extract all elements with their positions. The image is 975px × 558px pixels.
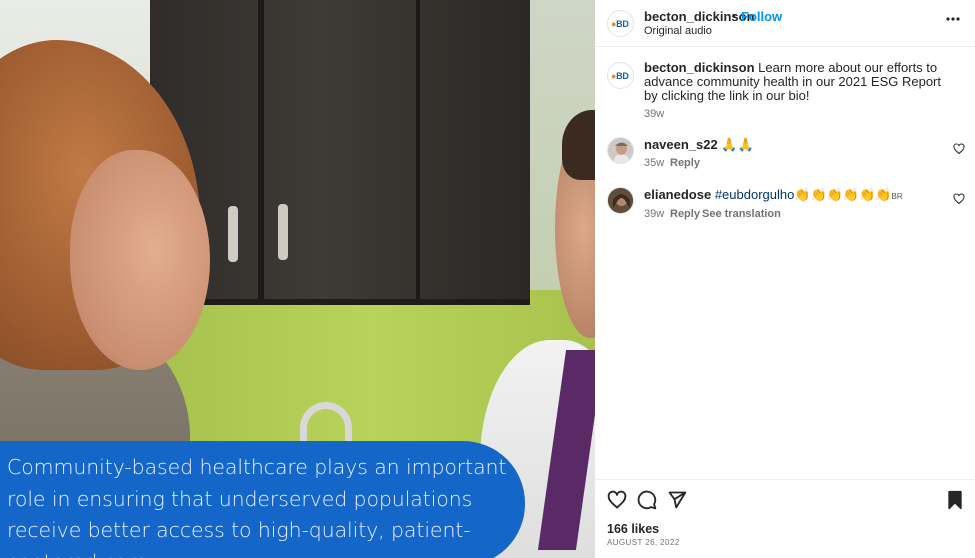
- follow-button[interactable]: Follow: [741, 9, 782, 24]
- post-caption: becton_dickinson Learn more about our ef…: [644, 61, 954, 103]
- post-side-panel: ●BD becton_dickinson • Follow Original a…: [595, 0, 975, 558]
- comment-text: 🙏🙏: [721, 137, 754, 152]
- bd-logo: ●BD: [611, 71, 629, 81]
- user-avatar-image: [608, 188, 633, 213]
- cabinet-gap: [258, 0, 264, 300]
- patient-face: [70, 150, 210, 370]
- comment-avatar[interactable]: [607, 137, 634, 164]
- comment-hashtag[interactable]: #eubdorgulho: [715, 187, 795, 202]
- video-caption-text: Community-based healthcare plays an impo…: [7, 455, 507, 558]
- user-avatar-image: [608, 138, 633, 163]
- comment-time[interactable]: 35w: [644, 157, 664, 169]
- post-header: ●BD becton_dickinson • Follow Original a…: [595, 0, 975, 47]
- comment-username[interactable]: elianedose: [644, 187, 711, 202]
- comment-text: 👏👏👏👏👏👏: [794, 187, 892, 202]
- cabinet-gap: [416, 0, 420, 300]
- audio-label[interactable]: Original audio: [644, 25, 712, 37]
- post-footer: 166 likes AUGUST 26, 2022: [595, 479, 975, 558]
- header-separator: •: [732, 10, 736, 22]
- comment-flag: BR: [891, 192, 903, 201]
- comment-like-heart-icon[interactable]: [953, 193, 965, 205]
- send-icon[interactable]: [667, 490, 687, 510]
- see-translation-button[interactable]: See translation: [702, 208, 781, 220]
- like-count[interactable]: 166 likes: [607, 522, 659, 536]
- comment-like-heart-icon[interactable]: [953, 143, 965, 155]
- post-media-video[interactable]: Community-based healthcare plays an impo…: [0, 0, 595, 558]
- caption-author-avatar[interactable]: ●BD: [607, 62, 634, 89]
- author-username[interactable]: becton_dickinson: [644, 9, 755, 24]
- post-date: AUGUST 26, 2022: [607, 538, 680, 547]
- bd-logo: ●BD: [611, 19, 629, 29]
- comment-icon[interactable]: [637, 490, 657, 510]
- comment-time[interactable]: 39w: [644, 208, 664, 220]
- heart-icon[interactable]: [607, 490, 627, 510]
- comment-avatar[interactable]: [607, 187, 634, 214]
- caption-time[interactable]: 39w: [644, 108, 664, 120]
- comment-reply-button[interactable]: Reply: [670, 208, 700, 220]
- more-horizontal-icon[interactable]: [946, 17, 960, 21]
- doctor-hair: [562, 110, 595, 180]
- comment-username[interactable]: naveen_s22: [644, 137, 718, 152]
- comment-item: elianedose #eubdorgulho👏👏👏👏👏👏BR: [644, 188, 934, 204]
- comment-item: naveen_s22 🙏🙏: [644, 138, 934, 152]
- caption-username[interactable]: becton_dickinson: [644, 60, 755, 75]
- bookmark-icon[interactable]: [945, 490, 965, 510]
- comment-reply-button[interactable]: Reply: [670, 157, 700, 169]
- cabinet-handle: [228, 206, 238, 262]
- author-avatar[interactable]: ●BD: [607, 10, 634, 37]
- cabinet-handle: [278, 204, 288, 260]
